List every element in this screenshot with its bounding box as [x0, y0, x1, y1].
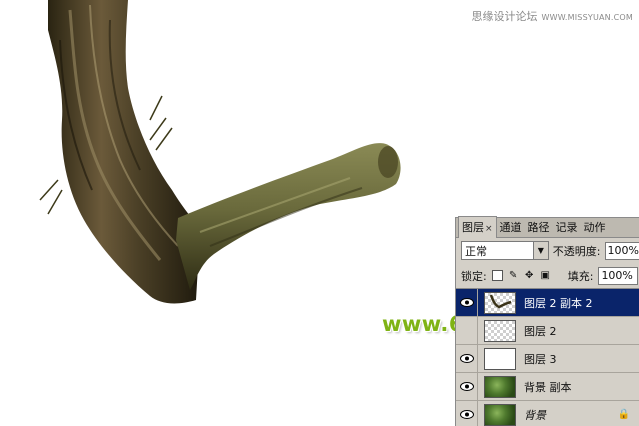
layer-name: 图层 3: [524, 352, 557, 366]
eye-icon[interactable]: [456, 344, 478, 373]
lock-transparency-icon[interactable]: [491, 270, 503, 281]
opacity-field[interactable]: 100%: [604, 241, 639, 260]
layer-thumbnail: [484, 403, 516, 426]
eye-icon[interactable]: [456, 400, 478, 426]
lock-row: 锁定: ✎ ✥ ▣ 填充: 100%: [456, 263, 639, 289]
layer-name: 背景 副本: [524, 380, 572, 394]
layer-thumbnail: [484, 291, 516, 314]
tab-layers[interactable]: 图层×: [458, 216, 497, 238]
layer-thumbnail: [484, 319, 516, 342]
layer-row[interactable]: 图层 3: [456, 344, 639, 373]
layer-row[interactable]: 背景 副本: [456, 372, 639, 401]
layer-row[interactable]: 图层 2 副本 2: [456, 288, 639, 317]
site-watermark-url: WWW.MISSYUAN.COM: [541, 13, 633, 22]
layer-row[interactable]: 背景 🔒: [456, 400, 639, 426]
blend-mode-select[interactable]: 正常 ▼: [461, 241, 549, 260]
eye-icon[interactable]: [456, 288, 478, 317]
panel-tabs: 图层× 通道 路径 记录 动作: [456, 216, 639, 238]
tab-channels[interactable]: 通道: [497, 217, 525, 237]
layers-panel: 图层× 通道 路径 记录 动作 正常 ▼ 不透明度: 100% 锁定: ✎ ✥ …: [455, 216, 639, 426]
fill-field[interactable]: 100%: [598, 266, 639, 285]
blend-mode-value: 正常: [465, 244, 487, 258]
close-icon[interactable]: ×: [485, 224, 493, 234]
layer-row[interactable]: 图层 2: [456, 316, 639, 345]
tab-paths[interactable]: 路径: [525, 217, 553, 237]
lock-position-icon[interactable]: ✥: [524, 270, 535, 281]
layer-name: 背景: [524, 408, 546, 422]
lock-pixels-icon[interactable]: ✎: [508, 270, 519, 281]
lock-icon: 🔒: [617, 409, 630, 420]
tab-history[interactable]: 记录: [553, 217, 581, 237]
tab-layers-label: 图层: [462, 221, 484, 234]
site-watermark: 思缘设计论坛 WWW.MISSYUAN.COM: [471, 8, 633, 24]
layer-thumbnail: [484, 375, 516, 398]
tree-branch-artwork: [39, 0, 401, 304]
site-watermark-text: 思缘设计论坛: [471, 10, 538, 23]
layer-name: 图层 2: [524, 324, 557, 338]
layer-thumbnail: [484, 347, 516, 370]
lock-label: 锁定:: [461, 269, 487, 283]
chevron-down-icon[interactable]: ▼: [532, 242, 548, 259]
fill-label: 填充:: [567, 269, 594, 283]
tab-actions[interactable]: 动作: [581, 217, 609, 237]
eye-icon[interactable]: [456, 372, 478, 401]
opacity-label: 不透明度:: [552, 244, 601, 258]
blend-row: 正常 ▼ 不透明度: 100%: [456, 238, 639, 263]
lock-all-icon[interactable]: ▣: [540, 270, 551, 281]
layer-name: 图层 2 副本 2: [524, 296, 593, 310]
